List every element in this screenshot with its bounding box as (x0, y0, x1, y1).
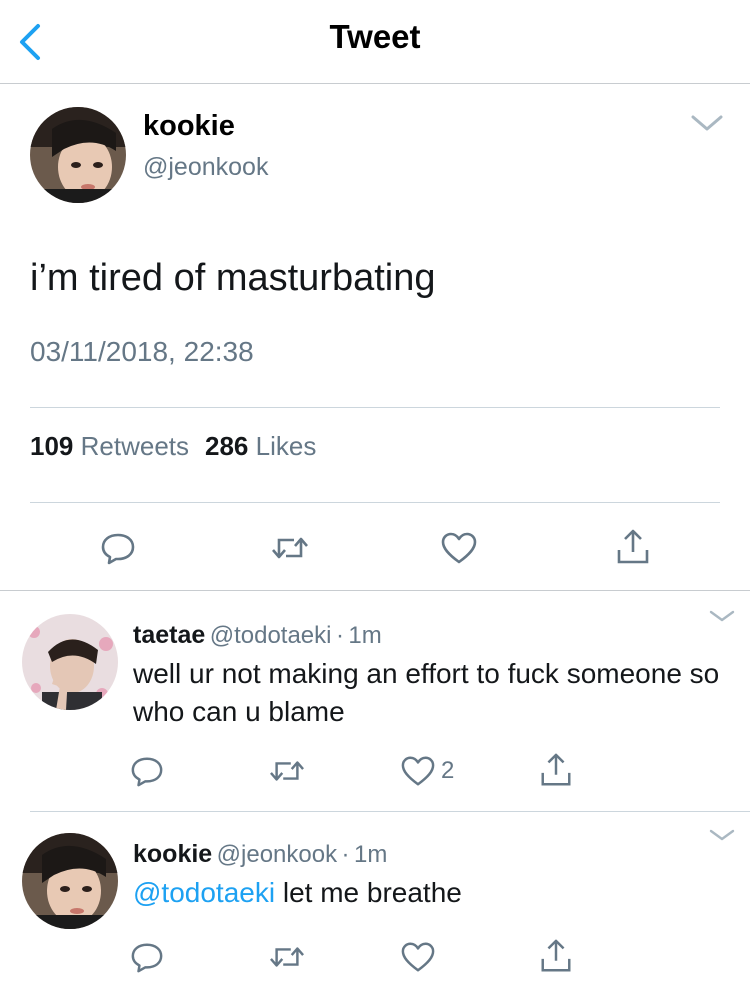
share-button[interactable] (538, 752, 574, 788)
retweet-button[interactable] (268, 940, 306, 974)
share-button[interactable] (614, 528, 652, 566)
tweet-timestamp: 03/11/2018, 22:38 (30, 336, 254, 367)
retweet-button[interactable] (268, 754, 306, 788)
reply-menu-button[interactable] (708, 608, 736, 624)
retweet-icon (272, 537, 308, 559)
like-icon (401, 942, 435, 972)
like-icon (441, 532, 477, 564)
like-button[interactable] (440, 530, 478, 566)
reply-text: well ur not making an effort to fuck som… (133, 658, 720, 727)
divider (0, 590, 750, 591)
retweets-count: 109 (30, 431, 74, 461)
reply-header: taetae @todotaeki · 1m (133, 621, 382, 650)
chevron-down-icon (709, 829, 735, 841)
chevron-down-icon (691, 115, 723, 131)
author-name[interactable]: kookie (143, 110, 235, 143)
share-icon (617, 529, 649, 564)
avatar-image (30, 107, 126, 203)
retweet-icon (270, 947, 304, 967)
meta-separator: · (341, 841, 350, 868)
retweet-button[interactable] (270, 530, 310, 566)
reply-button[interactable] (130, 940, 164, 974)
retweet-icon (270, 761, 304, 781)
avatar[interactable] (22, 833, 118, 929)
reply-icon (101, 533, 135, 565)
avatar-image (22, 614, 118, 710)
divider (30, 811, 750, 812)
tweet-menu-button[interactable] (690, 112, 724, 134)
reply-author-name[interactable]: kookie (133, 840, 212, 868)
avatar-image (22, 833, 118, 929)
reply-icon (131, 757, 163, 787)
share-button[interactable] (538, 938, 574, 974)
reply-button[interactable] (100, 530, 136, 566)
like-button[interactable] (400, 940, 436, 974)
reply-author-name[interactable]: taetae (133, 621, 205, 649)
reply-text: @todotaeki let me breathe (133, 874, 723, 912)
reply-time: 1m (348, 622, 382, 649)
chevron-down-icon (709, 610, 735, 622)
like-icon (401, 756, 435, 786)
divider (30, 502, 720, 503)
retweets-stat[interactable]: 109 Retweets (30, 431, 189, 461)
like-button[interactable] (400, 754, 436, 788)
likes-label: Likes (255, 431, 317, 461)
divider (30, 407, 720, 408)
avatar[interactable] (30, 107, 126, 203)
tweet-text: i’m tired of masturbating (30, 257, 436, 299)
share-icon (541, 939, 571, 972)
like-count: 2 (441, 757, 455, 784)
reply-author-handle[interactable]: @jeonkook (217, 841, 337, 868)
likes-count: 286 (205, 431, 249, 461)
mention-link[interactable]: @todotaeki (133, 877, 275, 908)
reply-author-handle[interactable]: @todotaeki (210, 622, 332, 649)
likes-stat[interactable]: 286 Likes (205, 431, 316, 461)
meta-separator: · (335, 622, 344, 649)
reply-time: 1m (354, 841, 388, 868)
avatar[interactable] (22, 614, 118, 710)
retweets-label: Retweets (80, 431, 190, 461)
reply-header: kookie @jeonkook · 1m (133, 840, 387, 869)
reply-button[interactable] (130, 754, 164, 788)
reply-icon (131, 943, 163, 973)
reply-text-body: let me breathe (275, 877, 462, 908)
reply-menu-button[interactable] (708, 827, 736, 843)
share-icon (541, 753, 571, 786)
page-title: Tweet (329, 18, 421, 55)
author-handle[interactable]: @jeonkook (143, 153, 268, 182)
tweet-stats: 109 Retweets 286 Likes (30, 431, 316, 462)
